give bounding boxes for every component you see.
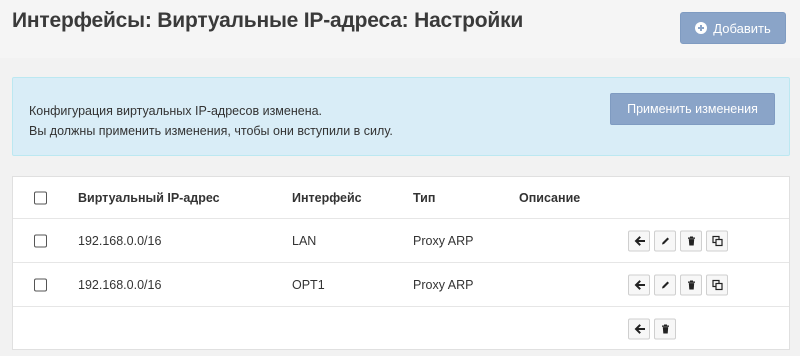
apply-changes-button[interactable]: Применить изменения bbox=[610, 93, 775, 125]
row-checkbox-cell bbox=[34, 234, 47, 247]
pencil-icon bbox=[661, 237, 669, 244]
row-checkbox[interactable] bbox=[34, 234, 47, 247]
row-checkbox-cell bbox=[34, 278, 47, 291]
row-actions bbox=[628, 230, 728, 251]
copy-button[interactable] bbox=[706, 230, 728, 251]
add-button[interactable]: Добавить bbox=[680, 12, 786, 44]
add-button-label: Добавить bbox=[713, 20, 771, 36]
table-row: 192.168.0.0/16 OPT1 Proxy ARP bbox=[13, 263, 789, 307]
alert-message-line-2: Вы должны применить изменения, чтобы они… bbox=[29, 124, 393, 138]
plus-circle-icon bbox=[695, 22, 708, 34]
column-header-interface[interactable]: Интерфейс bbox=[292, 191, 362, 205]
column-header-type[interactable]: Тип bbox=[413, 191, 435, 205]
page-header: Интерфейсы: Виртуальные IP-адреса: Настр… bbox=[0, 0, 800, 58]
move-selected-button[interactable] bbox=[628, 318, 650, 339]
delete-selected-button[interactable] bbox=[654, 318, 676, 339]
move-button[interactable] bbox=[628, 274, 650, 295]
table-row: 192.168.0.0/16 LAN Proxy ARP bbox=[13, 219, 789, 263]
arrow-left-icon bbox=[634, 235, 645, 246]
select-all-checkbox[interactable] bbox=[34, 191, 47, 204]
trash-icon bbox=[687, 280, 695, 289]
row-interface: OPT1 bbox=[292, 277, 325, 292]
copy-button[interactable] bbox=[706, 274, 728, 295]
arrow-left-icon bbox=[634, 323, 645, 334]
arrow-left-icon bbox=[634, 279, 645, 290]
row-actions bbox=[628, 274, 728, 295]
edit-button[interactable] bbox=[654, 274, 676, 295]
alert-message-line-1: Конфигурация виртуальных IP-адресов изме… bbox=[29, 104, 323, 118]
column-header-description[interactable]: Описание bbox=[519, 191, 580, 205]
row-type: Proxy ARP bbox=[413, 233, 474, 248]
row-ip: 192.168.0.0/16 bbox=[78, 233, 162, 248]
changes-alert: Конфигурация виртуальных IP-адресов изме… bbox=[12, 77, 790, 156]
select-all-checkbox-cell bbox=[34, 191, 47, 204]
table-header-row: Виртуальный IP-адрес Интерфейс Тип Описа… bbox=[13, 177, 789, 219]
pencil-icon bbox=[661, 281, 669, 288]
row-checkbox[interactable] bbox=[34, 278, 47, 291]
copy-icon bbox=[711, 235, 723, 246]
bulk-actions bbox=[628, 318, 676, 339]
copy-icon bbox=[711, 279, 723, 290]
trash-icon bbox=[661, 324, 669, 333]
delete-button[interactable] bbox=[680, 230, 702, 251]
virtual-ip-table: Виртуальный IP-адрес Интерфейс Тип Описа… bbox=[12, 176, 790, 350]
row-interface: LAN bbox=[292, 233, 317, 248]
bulk-actions-row bbox=[13, 307, 789, 350]
page-title: Интерфейсы: Виртуальные IP-адреса: Настр… bbox=[12, 9, 524, 32]
row-type: Proxy ARP bbox=[413, 277, 474, 292]
move-button[interactable] bbox=[628, 230, 650, 251]
row-ip: 192.168.0.0/16 bbox=[78, 277, 162, 292]
trash-icon bbox=[687, 236, 695, 245]
delete-button[interactable] bbox=[680, 274, 702, 295]
edit-button[interactable] bbox=[654, 230, 676, 251]
column-header-ip[interactable]: Виртуальный IP-адрес bbox=[78, 191, 220, 205]
